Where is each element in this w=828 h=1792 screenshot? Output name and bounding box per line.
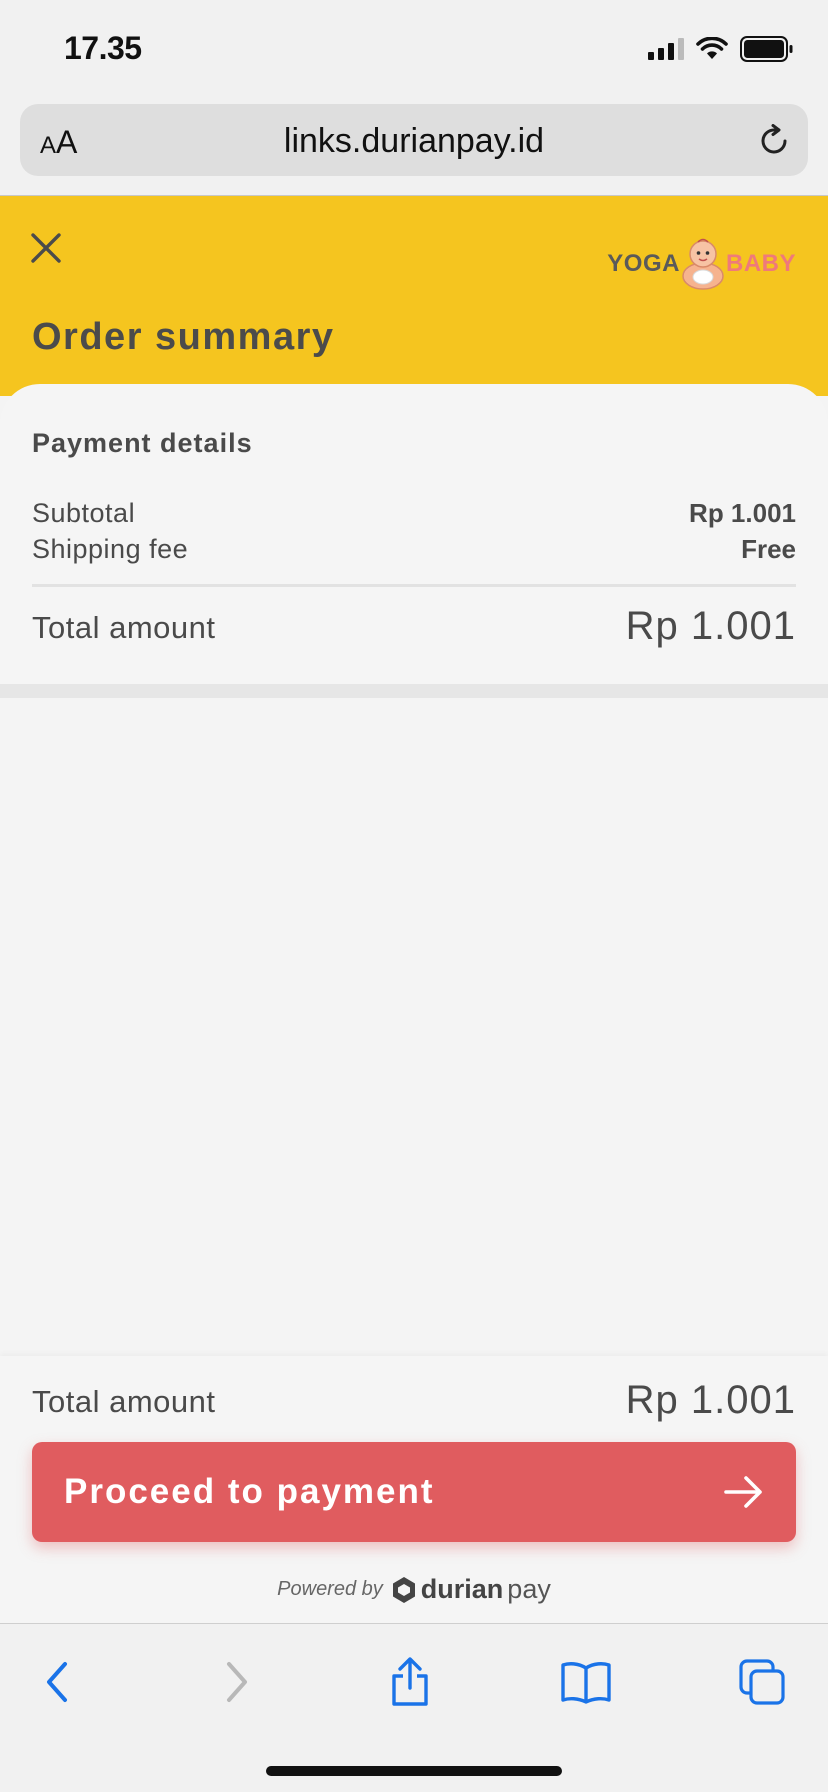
total-amount-value: Rp 1.001 xyxy=(625,604,796,648)
brand-text-pay: pay xyxy=(507,1574,551,1604)
arrow-right-icon xyxy=(724,1476,762,1508)
brand-text-durian: durian xyxy=(420,1574,504,1604)
share-button[interactable] xyxy=(382,1654,438,1710)
close-icon[interactable] xyxy=(28,230,64,266)
back-button[interactable] xyxy=(30,1654,86,1710)
forward-button[interactable] xyxy=(208,1654,264,1710)
cellular-signal-icon xyxy=(648,38,684,60)
payment-details-card: Payment details Subtotal Rp 1.001 Shippi… xyxy=(0,384,828,684)
durianpay-logo: durian pay xyxy=(391,1574,551,1605)
logo-text-yoga: YOGA xyxy=(607,250,680,277)
page-title: Order summary xyxy=(32,316,335,358)
checkout-footer: Total amount Rp 1.001 Proceed to payment… xyxy=(0,1356,828,1624)
status-icons xyxy=(648,36,794,62)
status-time: 17.35 xyxy=(64,30,142,66)
total-amount-label: Total amount xyxy=(32,610,216,645)
durianpay-hexagon-icon xyxy=(392,1576,415,1603)
footer-total-label: Total amount xyxy=(32,1384,216,1419)
divider xyxy=(32,584,796,587)
chevron-right-icon xyxy=(227,1662,247,1702)
proceed-button-label: Proceed to payment xyxy=(64,1472,435,1511)
address-bar[interactable]: AA links.durianpay.id xyxy=(20,104,808,176)
section-divider xyxy=(0,684,828,698)
powered-by: Powered by durian pay xyxy=(0,1574,828,1605)
status-bar: 17.35 xyxy=(0,0,828,96)
shipping-fee-value: Free xyxy=(741,534,796,564)
chevron-left-icon xyxy=(47,1662,67,1702)
browser-address-area: AA links.durianpay.id xyxy=(0,96,828,196)
home-indicator xyxy=(266,1766,562,1776)
powered-by-text: Powered by xyxy=(277,1578,383,1600)
bookmarks-button[interactable] xyxy=(558,1654,614,1710)
share-icon xyxy=(392,1657,428,1706)
book-icon xyxy=(561,1662,611,1704)
subtotal-label: Subtotal xyxy=(32,498,136,528)
url-text[interactable]: links.durianpay.id xyxy=(20,122,808,161)
reload-icon[interactable] xyxy=(758,124,792,158)
footer-total-value: Rp 1.001 xyxy=(625,1378,796,1422)
wifi-icon xyxy=(696,37,728,59)
section-title: Payment details xyxy=(32,428,253,458)
tabs-icon xyxy=(739,1659,785,1705)
subtotal-value: Rp 1.001 xyxy=(689,498,796,528)
shipping-fee-label: Shipping fee xyxy=(32,534,189,564)
logo-text-baby: BABY xyxy=(725,250,796,277)
merchant-logo: YOGA BABY xyxy=(607,236,796,292)
browser-toolbar xyxy=(0,1624,828,1792)
proceed-to-payment-button[interactable]: Proceed to payment xyxy=(32,1442,796,1542)
baby-mascot-icon xyxy=(682,238,724,290)
checkout-header: YOGA BABY Order summary xyxy=(0,196,828,396)
battery-icon xyxy=(740,36,793,62)
tabs-button[interactable] xyxy=(734,1654,790,1710)
